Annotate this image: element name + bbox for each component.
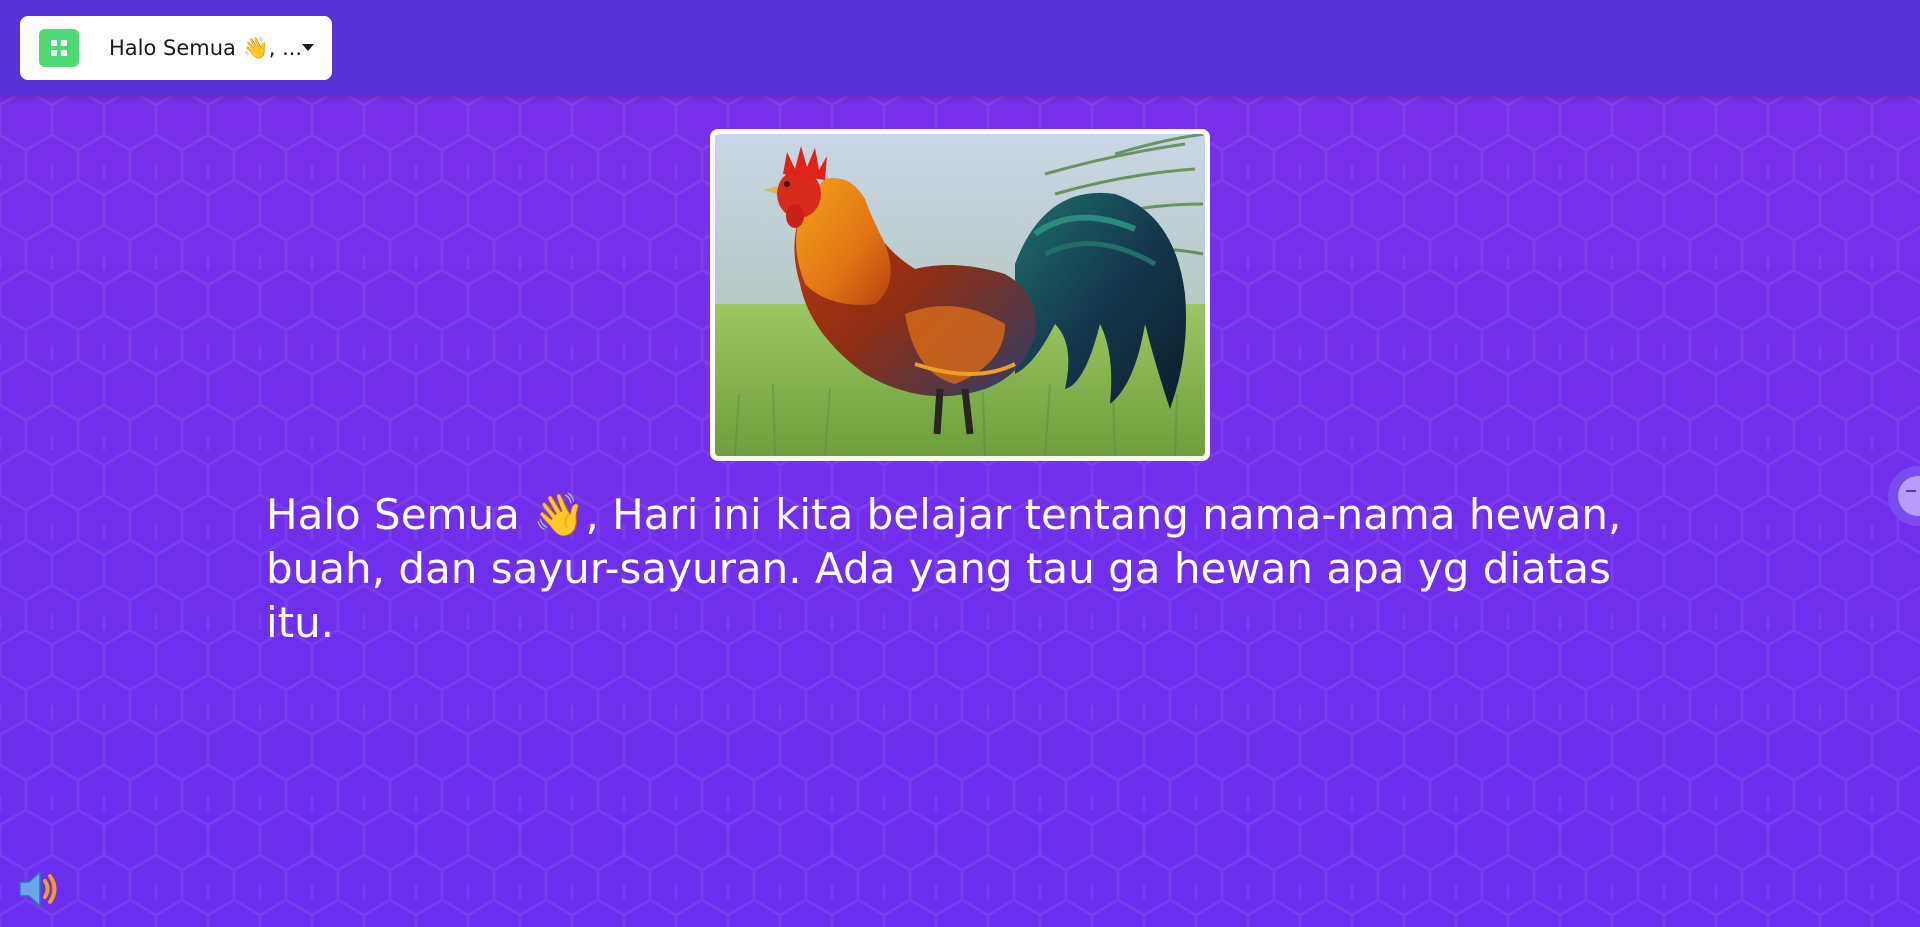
slide-image — [710, 129, 1210, 461]
speaker-icon[interactable] — [16, 867, 64, 911]
arrow-icon — [1906, 490, 1916, 492]
top-bar: Halo Semua 👋, ... — [0, 0, 1920, 96]
slide-caption: Halo Semua 👋, Hari ini kita belajar tent… — [266, 490, 1622, 647]
rooster-image — [715, 134, 1205, 456]
caret-down-icon[interactable] — [302, 44, 314, 51]
slide-selector-dropdown[interactable]: Halo Semua 👋, ... — [20, 16, 332, 80]
slide-selector-label: Halo Semua 👋, ... — [109, 36, 303, 60]
grid-icon[interactable] — [39, 29, 79, 67]
